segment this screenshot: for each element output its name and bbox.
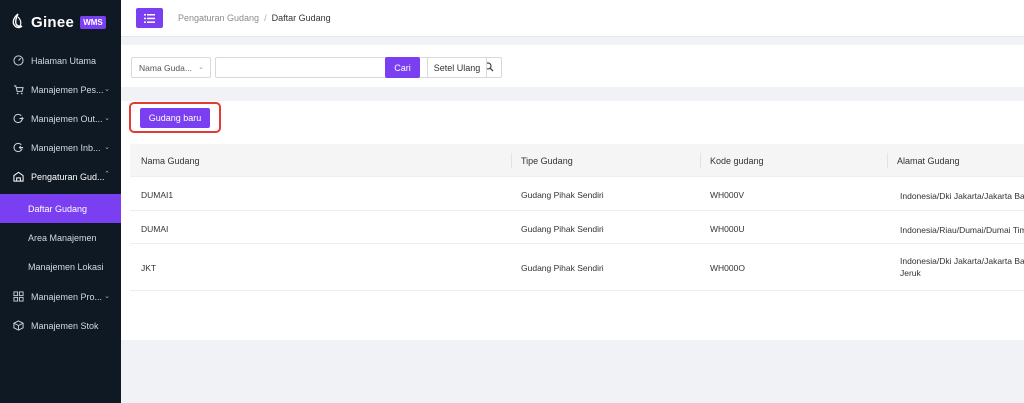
cart-icon [13, 85, 24, 95]
sidebar: Ginee WMS Halaman Utama Manajemen Pes...… [0, 0, 121, 403]
column-header-address[interactable]: Alamat Gudang [897, 156, 960, 166]
sidebar-item-label: Daftar Gudang [28, 203, 88, 214]
sidebar-item-label: Manajemen Pro... [31, 291, 103, 302]
sidebar-subitem-daftar-gudang[interactable]: Daftar Gudang [0, 194, 121, 223]
warehouse-icon [13, 171, 24, 182]
column-divider [887, 153, 888, 168]
sidebar-item-manajemen-outbound[interactable]: Manajemen Out... ⌄ [0, 104, 121, 133]
chevron-down-icon: ⌄ [104, 144, 110, 151]
table-row[interactable]: DUMAI1 Gudang Pihak Sendiri WH000V Indon… [130, 177, 1024, 211]
cell-type: Gudang Pihak Sendiri [521, 190, 604, 200]
chevron-down-icon: ⌄ [198, 64, 204, 71]
logo-badge: WMS [80, 15, 106, 29]
sidebar-item-manajemen-produk[interactable]: Manajemen Pro... ⌄ [0, 282, 121, 311]
column-header-type[interactable]: Tipe Gudang [521, 156, 573, 166]
cell-code: WH000O [710, 263, 745, 273]
cell-address: Indonesia/Riau/Dumai/Dumai Tim [900, 225, 1024, 235]
breadcrumb: Pengaturan Gudang / Daftar Gudang [178, 13, 331, 23]
sidebar-item-label: Halaman Utama [31, 55, 97, 66]
sidebar-item-label: Area Manajemen [28, 232, 97, 243]
column-divider [700, 153, 701, 168]
column-header-code[interactable]: Kode gudang [710, 156, 764, 166]
cell-address: Indonesia/Dki Jakarta/Jakarta Bar [900, 191, 1024, 201]
filter-bar: Nama Guda... ⌄ Cari Setel Ulang [121, 45, 1024, 87]
logo[interactable]: Ginee WMS [0, 0, 121, 44]
breadcrumb-separator: / [264, 13, 267, 23]
column-header-name[interactable]: Nama Gudang [141, 156, 200, 166]
chevron-down-icon: ⌄ [104, 293, 110, 300]
sidebar-item-label: Manajemen Inb... [31, 142, 101, 153]
cell-name: DUMAI1 [141, 190, 174, 200]
sidebar-item-label: Manajemen Stok [31, 320, 99, 331]
cell-name: DUMAI [141, 224, 169, 234]
sidebar-item-halaman-utama[interactable]: Halaman Utama [0, 46, 121, 75]
cell-code: WH000V [710, 190, 745, 200]
hamburger-icon [144, 13, 155, 23]
sidebar-subitem-area-manajemen[interactable]: Area Manajemen [0, 223, 121, 252]
sidebar-item-manajemen-pesanan[interactable]: Manajemen Pes... ⌄ [0, 75, 121, 104]
field-select[interactable]: Nama Guda... ⌄ [131, 57, 211, 78]
product-icon [13, 291, 24, 302]
chevron-up-icon: ⌃ [104, 171, 110, 178]
breadcrumb-parent[interactable]: Pengaturan Gudang [178, 13, 259, 23]
speedometer-icon [13, 55, 24, 66]
page-background [121, 340, 1024, 403]
top-bar: Pengaturan Gudang / Daftar Gudang [121, 0, 1024, 37]
ginee-logo-icon [12, 13, 23, 29]
table-row[interactable]: DUMAI Gudang Pihak Sendiri WH000U Indone… [130, 211, 1024, 244]
sidebar-subitem-manajemen-lokasi[interactable]: Manajemen Lokasi [0, 252, 121, 281]
sidebar-item-label: Pengaturan Gud... [31, 171, 105, 182]
sidebar-item-label: Manajemen Lokasi [28, 261, 104, 272]
menu-toggle-button[interactable] [136, 8, 163, 28]
sidebar-item-label: Manajemen Pes... [31, 84, 104, 95]
cell-code: WH000U [710, 224, 745, 234]
cell-address: Indonesia/Dki Jakarta/Jakarta Bar Jeruk [900, 256, 1024, 278]
reset-button[interactable]: Setel Ulang [427, 57, 487, 78]
field-select-value: Nama Guda... [139, 63, 192, 73]
logo-text: Ginee [31, 13, 75, 31]
chevron-down-icon: ⌄ [104, 86, 110, 93]
table-row[interactable]: JKT Gudang Pihak Sendiri WH000O Indonesi… [130, 244, 1024, 291]
new-warehouse-button[interactable]: Gudang baru [140, 108, 210, 128]
chevron-down-icon: ⌄ [104, 115, 110, 122]
column-divider [511, 153, 512, 168]
table-header: Nama Gudang Tipe Gudang Kode gudang Alam… [130, 144, 1024, 177]
outbound-icon [13, 113, 24, 124]
cell-name: JKT [141, 263, 157, 273]
sidebar-item-pengaturan-gudang[interactable]: Pengaturan Gud... ⌃ [0, 162, 121, 191]
breadcrumb-current: Daftar Gudang [271, 13, 331, 23]
sidebar-item-manajemen-inbound[interactable]: Manajemen Inb... ⌄ [0, 133, 121, 162]
cell-type: Gudang Pihak Sendiri [521, 224, 604, 234]
sidebar-item-manajemen-stok[interactable]: Manajemen Stok [0, 311, 121, 340]
sidebar-item-label: Manajemen Out... [31, 113, 103, 124]
stock-icon [13, 320, 24, 331]
warehouse-list-panel: Gudang baru Nama Gudang Tipe Gudang Kode… [121, 101, 1024, 340]
cell-type: Gudang Pihak Sendiri [521, 263, 604, 273]
inbound-icon [13, 142, 24, 153]
search-button[interactable]: Cari [385, 57, 420, 78]
